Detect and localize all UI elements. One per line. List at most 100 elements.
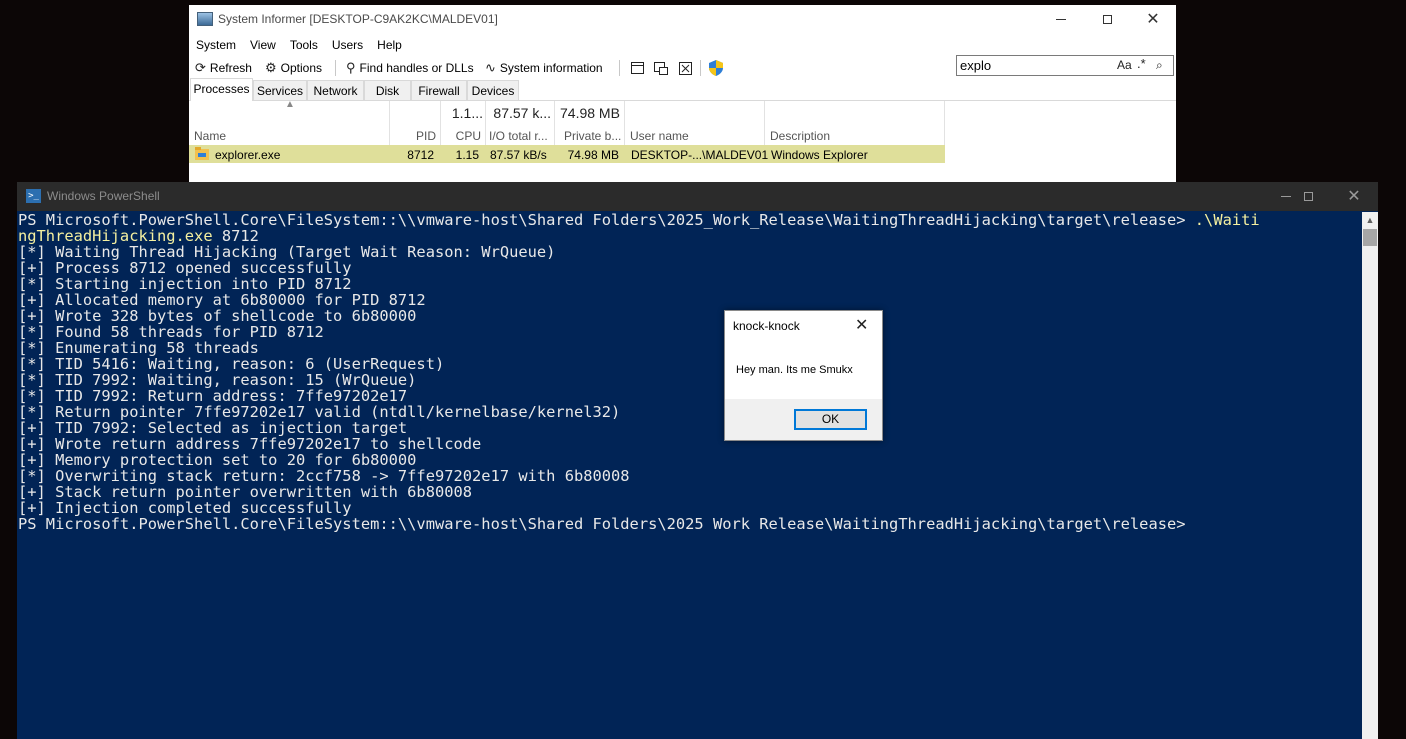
system-information-button[interactable]: ∿ System information [485,59,603,77]
console-line: [+] Wrote return address 7ffe97202e17 to… [18,436,1361,452]
column-description[interactable]: Description [770,129,830,143]
console-line: [+] TID 7992: Selected as injection targ… [18,420,1361,436]
maximize-icon [1303,192,1313,201]
toolbar-divider [700,60,701,76]
console-output[interactable]: PS Microsoft.PowerShell.Core\FileSystem:… [18,212,1361,532]
column-name[interactable]: Name [194,129,226,143]
system-information-label: System information [499,61,603,75]
find-window-button[interactable] [629,60,645,76]
explorer-folder-icon [195,147,209,160]
search-icon: ⚲ [346,60,356,75]
options-label: Options [280,61,323,75]
si-window-title: System Informer [DESKTOP-C9AK2KC\MALDEV0… [218,12,498,26]
refresh-label: Refresh [209,61,252,75]
column-private-bytes[interactable]: Private b... [564,129,621,143]
sort-indicator-icon: ▲ [285,99,295,110]
regex-icon[interactable]: .* [1137,56,1146,71]
uac-shield-icon[interactable] [709,60,723,76]
column-user-name[interactable]: User name [630,129,689,143]
console-line: ngThreadHijacking.exe 8712 [18,228,1361,244]
tab-firewall[interactable]: Firewall [411,80,467,100]
find-handles-button[interactable]: ⚲ Find handles or DLLs [346,59,474,77]
console-line: [*] Found 58 threads for PID 8712 [18,324,1361,340]
toolbar-divider [619,60,620,76]
console-text: .\Waiti [1194,212,1260,229]
ps-maximize-button[interactable] [1285,182,1331,211]
column-io-total[interactable]: I/O total r... [489,129,548,143]
menu-view[interactable]: View [243,35,283,55]
toolbar-divider [335,60,336,76]
menu-tools[interactable]: Tools [283,35,325,55]
message-box-text: Hey man. Its me Smukx [736,364,853,376]
console-line: [*] Starting injection into PID 8712 [18,276,1361,292]
console-line: [*] TID 7992: Waiting, reason: 15 (WrQue… [18,372,1361,388]
process-tree: ▲ 1.1... 87.57 k... 74.98 MB Name PID CP… [189,99,1176,183]
process-private-bytes: 74.98 MB [567,148,619,162]
options-button[interactable]: ⚙ Options [265,59,322,77]
process-user: DESKTOP-...\MALDEV01 [631,148,769,162]
tab-disk[interactable]: Disk [364,80,411,100]
tab-devices[interactable]: Devices [467,80,519,100]
scroll-up-arrow-icon[interactable]: ▲ [1362,212,1378,229]
close-icon[interactable]: ✕ [855,315,868,335]
refresh-icon: ⟳ [195,60,206,75]
gear-icon: ⚙ [265,60,277,75]
console-line: [+] Injection completed successfully [18,500,1361,516]
menu-system[interactable]: System [189,35,243,55]
column-pid[interactable]: PID [399,129,436,143]
process-cpu: 1.15 [455,148,479,162]
ok-button[interactable]: OK [794,409,867,430]
cpu-total: 1.1... [451,105,483,121]
process-io: 87.57 kB/s [490,148,547,162]
message-box: knock-knock ✕ Hey man. Its me Smukx OK [724,310,883,441]
console-line: [+] Wrote 328 bytes of shellcode to 6b80… [18,308,1361,324]
menu-help[interactable]: Help [370,35,409,55]
console-line: [*] TID 7992: Return address: 7ffe97202e… [18,388,1361,404]
console-line: PS Microsoft.PowerShell.Core\FileSystem:… [18,212,1361,228]
process-pid: 8712 [407,148,434,162]
tab-network[interactable]: Network [307,80,364,100]
process-description: Windows Explorer [771,148,868,162]
si-maximize-button[interactable] [1084,5,1130,34]
si-minimize-button[interactable] [1038,5,1084,34]
console-line: [*] Overwriting stack return: 2ccf758 ->… [18,468,1361,484]
console-line: [+] Stack return pointer overwritten wit… [18,484,1361,500]
tab-services[interactable]: Services [253,80,307,100]
console-line: PS Microsoft.PowerShell.Core\FileSystem:… [18,516,1361,532]
ps-window-title: Windows PowerShell [47,189,160,203]
find-handles-label: Find handles or DLLs [359,61,474,75]
pulse-icon: ∿ [485,60,496,75]
si-title-bar[interactable]: System Informer [DESKTOP-C9AK2KC\MALDEV0… [189,5,1176,34]
close-icon: ✕ [1146,10,1160,28]
powershell-window: >_ Windows PowerShell PS Microsoft.Power… [17,182,1378,739]
private-bytes-total: 74.98 MB [560,105,620,121]
ps-title-bar[interactable]: >_ Windows PowerShell [17,182,1378,211]
refresh-button[interactable]: ⟳ Refresh [195,59,252,77]
console-line: [+] Memory protection set to 20 for 6b80… [18,452,1361,468]
console-line: [*] Waiting Thread Hijacking (Target Wai… [18,244,1361,260]
find-window-kill-button[interactable] [677,60,693,76]
search-options-icon[interactable]: ⌕ [1156,58,1163,73]
maximize-icon [1102,15,1112,24]
close-icon: ✕ [1347,187,1361,205]
scroll-thumb[interactable] [1363,229,1377,246]
si-menu-bar: System View Tools Users Help [189,35,409,55]
console-line: [*] Return pointer 7ffe97202e17 valid (n… [18,404,1361,420]
ps-close-button[interactable]: ✕ [1331,182,1377,211]
table-row[interactable]: explorer.exe 8712 1.15 87.57 kB/s 74.98 … [189,145,945,163]
console-scrollbar[interactable]: ▲ [1362,212,1378,739]
tab-processes[interactable]: Processes [190,78,253,101]
si-tab-strip: Processes Services Network Disk Firewall… [189,78,1176,101]
find-window-thread-button[interactable] [653,60,669,76]
search-input[interactable]: explo Aa .* ⌕ [956,55,1174,76]
column-cpu[interactable]: CPU [445,129,481,143]
menu-users[interactable]: Users [325,35,370,55]
console-line: [+] Allocated memory at 6b80000 for PID … [18,292,1361,308]
console-line: [*] Enumerating 58 threads [18,340,1361,356]
console-line: [*] TID 5416: Waiting, reason: 6 (UserRe… [18,356,1361,372]
si-close-button[interactable]: ✕ [1130,5,1176,34]
match-case-toggle[interactable]: Aa [1117,58,1132,72]
console-line: [+] Process 8712 opened successfully [18,260,1361,276]
process-name: explorer.exe [215,148,281,162]
console-text: PS Microsoft.PowerShell.Core\FileSystem:… [18,515,1186,532]
